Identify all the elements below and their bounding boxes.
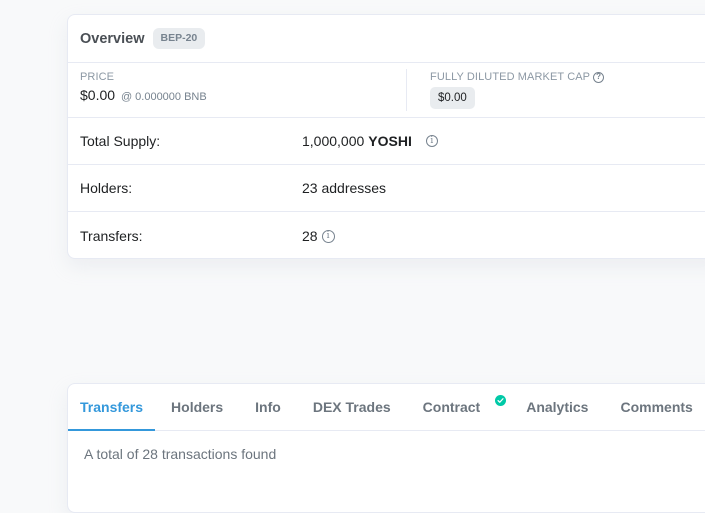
price-bnb: @ 0.000000 BNB (120, 91, 207, 103)
token-tabs-card: Transfers Holders Info DEX Trades Contra… (67, 383, 705, 513)
transfers-tab-body: A total of 28 transactions found (68, 431, 705, 477)
tab-label: Holders (171, 399, 224, 415)
price-value-line: $0.00 @ 0.000000 BNB (80, 87, 207, 103)
total-supply-value: 1,000,000 (302, 133, 365, 149)
overview-title: Overview (80, 30, 145, 47)
price-value: $0.00 (80, 87, 116, 103)
transactions-summary: A total of 28 transactions found (84, 446, 277, 462)
market-cap-label-line: FULLY DILUTED MARKET CAP ? (430, 71, 605, 83)
token-standard-badge: BEP-20 (152, 28, 206, 49)
price-section: PRICE $0.00 @ 0.000000 BNB (80, 71, 207, 103)
tab-transfers[interactable]: Transfers (68, 384, 156, 431)
question-circle-icon[interactable]: ? (593, 71, 605, 83)
market-cap-label: FULLY DILUTED MARKET CAP (430, 71, 591, 83)
price-divider (406, 69, 407, 111)
market-cap-section: FULLY DILUTED MARKET CAP ? $0.00 (430, 71, 605, 109)
tab-comments[interactable]: Comments (604, 384, 705, 430)
tab-info[interactable]: Info (239, 384, 297, 430)
market-cap-value: $0.00 (430, 87, 475, 109)
tab-label: Info (255, 399, 281, 415)
holders-value[interactable]: 23 addresses (302, 180, 386, 196)
tab-label: Transfers (80, 399, 144, 415)
tab-label: DEX Trades (312, 399, 391, 415)
transfers-row: Transfers: 28 i (68, 212, 705, 260)
info-circle-icon[interactable]: i (321, 229, 335, 243)
holders-label: Holders: (80, 180, 133, 196)
transfers-value-line: 28 i (302, 228, 335, 244)
tabs-bar: Transfers Holders Info DEX Trades Contra… (68, 384, 705, 431)
tab-dex-trades[interactable]: DEX Trades (297, 384, 407, 430)
overview-header: Overview BEP-20 (68, 15, 705, 63)
total-supply-value-line: 1,000,000 YOSHI i (302, 133, 438, 149)
total-supply-label: Total Supply: (80, 133, 161, 149)
price-row: PRICE $0.00 @ 0.000000 BNB FULLY DILUTED… (68, 63, 705, 118)
token-symbol: YOSHI (368, 133, 412, 149)
tab-label: Contract (422, 399, 481, 415)
price-label: PRICE (80, 71, 115, 83)
check-icon (497, 398, 504, 403)
holders-row: Holders: 23 addresses (68, 165, 705, 212)
tab-analytics[interactable]: Analytics (510, 384, 604, 430)
tab-label: Analytics (526, 399, 589, 415)
overview-card: Overview BEP-20 PRICE $0.00 @ 0.000000 B… (67, 14, 705, 259)
tab-holders[interactable]: Holders (155, 384, 239, 430)
total-supply-row: Total Supply: 1,000,000 YOSHI i (68, 118, 705, 165)
info-circle-icon[interactable]: i (425, 135, 438, 147)
tab-label: Comments (620, 399, 693, 415)
transfers-value: 28 (302, 228, 318, 244)
tab-contract[interactable]: Contract (407, 384, 511, 430)
transfers-label: Transfers: (80, 228, 143, 244)
verified-check-icon (495, 395, 507, 406)
